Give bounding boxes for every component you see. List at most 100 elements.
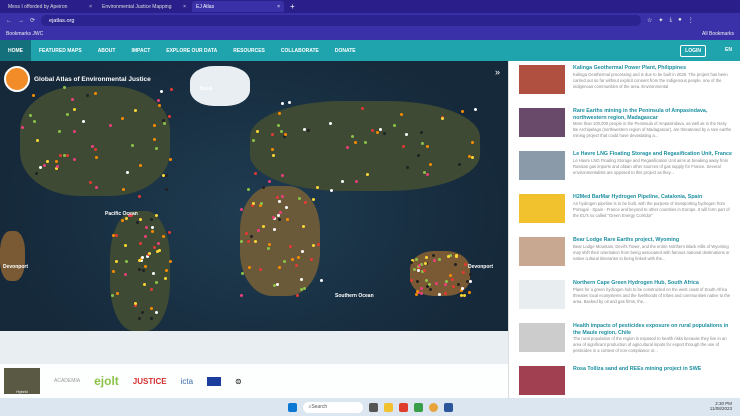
windows-start-icon[interactable]	[287, 402, 297, 412]
conflict-marker[interactable]	[164, 173, 168, 177]
word-icon[interactable]	[443, 402, 453, 412]
conflict-marker[interactable]	[440, 117, 444, 121]
cc-icon[interactable]: ⊜	[235, 377, 242, 386]
nav-featured-maps[interactable]: FEATURED MAPS	[31, 40, 90, 61]
conflict-marker[interactable]	[123, 244, 127, 248]
case-item[interactable]: H2Med BarMar Hydrogen Pipeline, Cataloni…	[509, 194, 740, 234]
conflict-marker[interactable]	[123, 273, 127, 277]
partner-logo[interactable]: ejolt	[94, 374, 119, 388]
case-title[interactable]: Rosa Tolliza sand and REEs mining projec…	[573, 366, 701, 373]
case-thumbnail[interactable]	[519, 151, 565, 180]
conflict-marker[interactable]	[121, 188, 125, 192]
conflict-marker[interactable]	[147, 251, 151, 255]
case-thumbnail[interactable]	[519, 237, 565, 266]
conflict-marker[interactable]	[461, 109, 465, 113]
conflict-marker[interactable]	[34, 171, 38, 175]
chrome-icon[interactable]	[428, 402, 438, 412]
conflict-marker[interactable]	[277, 199, 281, 203]
conflict-marker[interactable]	[124, 216, 128, 220]
case-thumbnail[interactable]	[519, 108, 565, 137]
forward-icon[interactable]: →	[18, 18, 24, 24]
conflict-marker[interactable]	[375, 130, 379, 134]
conflict-marker[interactable]	[251, 202, 255, 206]
conflict-marker[interactable]	[21, 125, 25, 129]
conflict-marker[interactable]	[155, 249, 159, 253]
case-thumbnail[interactable]	[519, 366, 565, 395]
conflict-marker[interactable]	[261, 185, 265, 189]
brave-icon[interactable]	[398, 402, 408, 412]
conflict-marker[interactable]	[249, 234, 253, 238]
download-icon[interactable]: ⤓	[669, 17, 672, 24]
back-icon[interactable]: ←	[6, 18, 12, 24]
case-thumbnail[interactable]	[519, 280, 565, 309]
conflict-marker[interactable]	[168, 230, 172, 234]
conflict-marker[interactable]	[120, 218, 124, 222]
conflict-marker[interactable]	[150, 316, 154, 320]
conflict-marker[interactable]	[443, 282, 447, 286]
conflict-marker[interactable]	[253, 172, 257, 176]
conflict-marker[interactable]	[290, 258, 294, 262]
conflict-marker[interactable]	[270, 132, 274, 136]
conflict-marker[interactable]	[90, 144, 94, 148]
conflict-marker[interactable]	[470, 140, 474, 144]
conflict-marker[interactable]	[28, 114, 32, 118]
conflict-marker[interactable]	[294, 263, 298, 267]
conflict-marker[interactable]	[268, 180, 272, 184]
conflict-marker[interactable]	[120, 116, 124, 120]
conflict-marker[interactable]	[262, 224, 266, 228]
conflict-marker[interactable]	[285, 218, 289, 222]
conflict-marker[interactable]	[240, 293, 244, 297]
conflict-marker[interactable]	[366, 172, 370, 176]
conflict-marker[interactable]	[165, 187, 169, 191]
close-icon[interactable]: ×	[183, 4, 186, 10]
conflict-marker[interactable]	[72, 107, 76, 111]
conflict-marker[interactable]	[463, 293, 467, 297]
conflict-marker[interactable]	[149, 306, 153, 310]
conflict-marker[interactable]	[58, 154, 62, 158]
conflict-marker[interactable]	[251, 138, 255, 142]
ejatlas-logo[interactable]	[4, 66, 30, 92]
all-bookmarks[interactable]: All Bookmarks	[702, 31, 734, 37]
conflict-marker[interactable]	[258, 267, 262, 271]
conflict-marker[interactable]	[33, 119, 37, 123]
partner-logo[interactable]: icta	[181, 377, 193, 386]
conflict-marker[interactable]	[255, 130, 259, 134]
conflict-marker[interactable]	[138, 163, 142, 167]
conflict-marker[interactable]	[110, 294, 114, 298]
conflict-marker[interactable]	[155, 310, 159, 314]
conflict-marker[interactable]	[468, 154, 472, 158]
conflict-marker[interactable]	[416, 153, 420, 157]
conflict-marker[interactable]	[277, 213, 281, 217]
conflict-marker[interactable]	[271, 154, 275, 158]
conflict-marker[interactable]	[145, 225, 149, 229]
conflict-marker[interactable]	[94, 185, 98, 189]
case-title[interactable]: Le Havre LNG Floating Storage and Regasi…	[573, 151, 732, 158]
conflict-marker[interactable]	[115, 291, 119, 295]
new-tab-button[interactable]: +	[290, 2, 295, 11]
menu-icon[interactable]: ⋮	[688, 17, 694, 24]
case-item[interactable]: Bear Lodge Rare Earths project, Wyoming B…	[509, 237, 740, 277]
conflict-marker[interactable]	[473, 108, 477, 112]
case-thumbnail[interactable]	[519, 194, 565, 223]
login-button[interactable]: LOGIN	[680, 45, 706, 57]
app-icon[interactable]	[413, 402, 423, 412]
conflict-marker[interactable]	[246, 188, 250, 192]
browser-tab[interactable]: Environmental Justice Mapping ×	[98, 1, 190, 12]
case-item[interactable]: Kalinga Geothermal Power Plant, Philippi…	[509, 65, 740, 105]
nav-explore[interactable]: EXPLORE OUR DATA	[158, 40, 225, 61]
conflict-marker[interactable]	[278, 265, 282, 269]
conflict-marker[interactable]	[341, 179, 345, 183]
conflict-marker[interactable]	[70, 97, 74, 101]
world-map[interactable]: Global Atlas of Environmental Justice » …	[0, 61, 508, 398]
conflict-marker[interactable]	[437, 258, 441, 262]
language-select[interactable]: EN	[725, 47, 732, 53]
conflict-marker[interactable]	[427, 282, 431, 286]
conflict-marker[interactable]	[288, 101, 292, 105]
conflict-marker[interactable]	[471, 155, 475, 159]
collapse-sidebar-icon[interactable]: »	[495, 67, 500, 77]
conflict-marker[interactable]	[95, 155, 99, 159]
conflict-marker[interactable]	[140, 310, 144, 314]
conflict-marker[interactable]	[143, 264, 147, 268]
case-thumbnail[interactable]	[519, 65, 565, 94]
nav-resources[interactable]: RESOURCES	[225, 40, 273, 61]
